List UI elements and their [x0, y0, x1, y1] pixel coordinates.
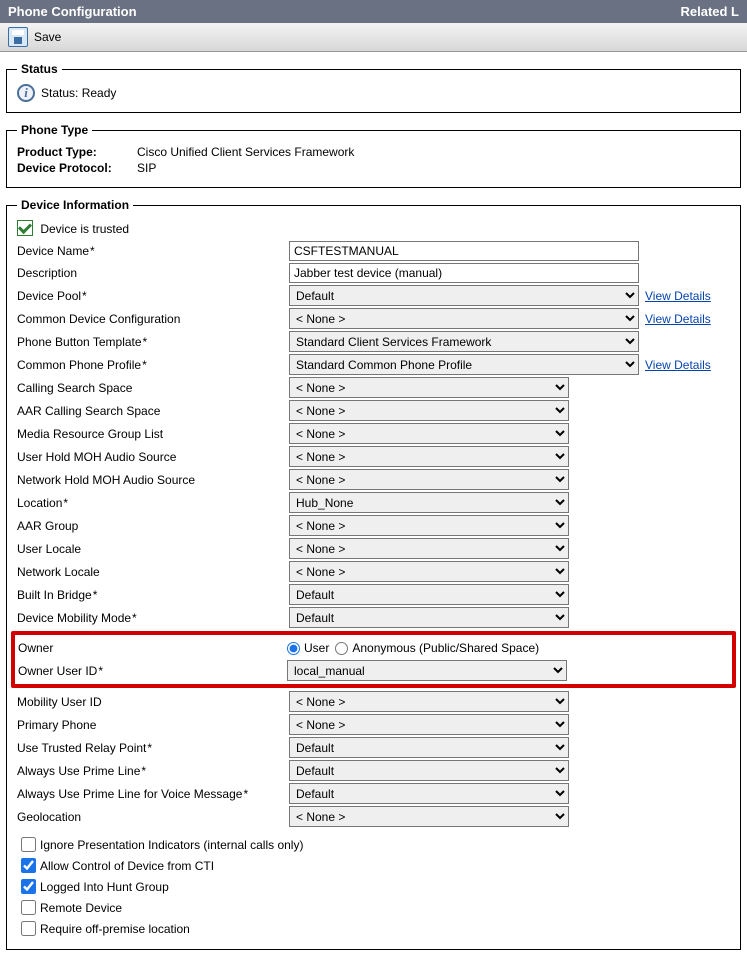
page-title: Phone Configuration	[8, 4, 137, 19]
owner-label: Owner	[18, 641, 287, 655]
geolocation-select[interactable]: < None >	[289, 806, 569, 827]
cpp-view-details[interactable]: View Details	[645, 358, 711, 372]
common-dev-cfg-select[interactable]: < None >	[289, 308, 639, 329]
toolbar: Save	[0, 23, 747, 52]
remote-dev-checkbox[interactable]	[21, 900, 36, 915]
cpp-label: Common Phone Profile	[17, 358, 289, 372]
phone-type-fieldset: Phone Type Product Type: Cisco Unified C…	[6, 123, 741, 188]
location-label: Location	[17, 496, 289, 510]
cpp-select[interactable]: Standard Common Phone Profile	[289, 354, 639, 375]
device-protocol-label: Device Protocol:	[17, 161, 137, 175]
product-type-value: Cisco Unified Client Services Framework	[137, 145, 354, 159]
owner-highlight: Owner User Anonymous (Public/Shared Spac…	[11, 631, 736, 688]
device-name-input[interactable]	[289, 241, 639, 261]
req-offprem-checkbox[interactable]	[21, 921, 36, 936]
device-trusted-label: Device is trusted	[40, 222, 129, 236]
logged-hunt-checkbox[interactable]	[21, 879, 36, 894]
owner-uid-label: Owner User ID	[18, 664, 287, 678]
aupl-label: Always Use Prime Line	[17, 764, 289, 778]
pbt-label: Phone Button Template	[17, 335, 289, 349]
owner-anon-radio[interactable]	[335, 642, 348, 655]
bib-label: Built In Bridge	[17, 588, 289, 602]
user-locale-label: User Locale	[17, 542, 289, 556]
owner-user-radio-label[interactable]: User	[287, 641, 329, 655]
mrgl-label: Media Resource Group List	[17, 427, 289, 441]
common-dev-cfg-label: Common Device Configuration	[17, 312, 289, 326]
aar-group-select[interactable]: < None >	[289, 515, 569, 536]
pbt-select[interactable]: Standard Client Services Framework	[289, 331, 639, 352]
phone-type-legend: Phone Type	[17, 123, 92, 137]
mrgl-select[interactable]: < None >	[289, 423, 569, 444]
css-select[interactable]: < None >	[289, 377, 569, 398]
trusted-check-icon	[17, 220, 33, 236]
utrp-select[interactable]: Default	[289, 737, 569, 758]
net-moh-label: Network Hold MOH Audio Source	[17, 473, 289, 487]
ignore-pi-label: Ignore Presentation Indicators (internal…	[40, 838, 303, 852]
net-locale-label: Network Locale	[17, 565, 289, 579]
bib-select[interactable]: Default	[289, 584, 569, 605]
geolocation-label: Geolocation	[17, 810, 289, 824]
owner-user-radio[interactable]	[287, 642, 300, 655]
location-select[interactable]: Hub_None	[289, 492, 569, 513]
common-dev-cfg-view-details[interactable]: View Details	[645, 312, 711, 326]
status-fieldset: Status i Status: Ready	[6, 62, 741, 113]
allow-cti-label: Allow Control of Device from CTI	[40, 859, 214, 873]
user-moh-select[interactable]: < None >	[289, 446, 569, 467]
aar-css-select[interactable]: < None >	[289, 400, 569, 421]
auplvm-select[interactable]: Default	[289, 783, 569, 804]
device-name-label: Device Name	[17, 244, 289, 258]
device-protocol-value: SIP	[137, 161, 156, 175]
aar-group-label: AAR Group	[17, 519, 289, 533]
device-pool-view-details[interactable]: View Details	[645, 289, 711, 303]
info-icon: i	[17, 84, 35, 102]
save-icon[interactable]	[8, 27, 28, 47]
related-links[interactable]: Related L	[680, 4, 739, 19]
aupl-select[interactable]: Default	[289, 760, 569, 781]
logged-hunt-label: Logged Into Hunt Group	[40, 880, 169, 894]
user-moh-label: User Hold MOH Audio Source	[17, 450, 289, 464]
description-input[interactable]	[289, 263, 639, 283]
device-info-fieldset: Device Information Device is trusted Dev…	[6, 198, 741, 950]
utrp-label: Use Trusted Relay Point	[17, 741, 289, 755]
ignore-pi-checkbox[interactable]	[21, 837, 36, 852]
net-moh-select[interactable]: < None >	[289, 469, 569, 490]
aar-css-label: AAR Calling Search Space	[17, 404, 289, 418]
dmm-label: Device Mobility Mode	[17, 611, 289, 625]
save-button[interactable]: Save	[34, 30, 61, 44]
net-locale-select[interactable]: < None >	[289, 561, 569, 582]
css-label: Calling Search Space	[17, 381, 289, 395]
owner-uid-select[interactable]: local_manual	[287, 660, 567, 681]
titlebar: Phone Configuration Related L	[0, 0, 747, 23]
owner-anon-radio-label[interactable]: Anonymous (Public/Shared Space)	[335, 641, 539, 655]
device-pool-select[interactable]: Default	[289, 285, 639, 306]
user-locale-select[interactable]: < None >	[289, 538, 569, 559]
primary-phone-label: Primary Phone	[17, 718, 289, 732]
status-text: Status: Ready	[41, 86, 116, 100]
mobility-uid-label: Mobility User ID	[17, 695, 289, 709]
device-pool-label: Device Pool	[17, 289, 289, 303]
product-type-label: Product Type:	[17, 145, 137, 159]
primary-phone-select[interactable]: < None >	[289, 714, 569, 735]
remote-dev-label: Remote Device	[40, 901, 122, 915]
auplvm-label: Always Use Prime Line for Voice Message	[17, 787, 289, 801]
mobility-uid-select[interactable]: < None >	[289, 691, 569, 712]
status-legend: Status	[17, 62, 62, 76]
allow-cti-checkbox[interactable]	[21, 858, 36, 873]
dmm-select[interactable]: Default	[289, 607, 569, 628]
device-info-legend: Device Information	[17, 198, 133, 212]
description-label: Description	[17, 266, 289, 280]
